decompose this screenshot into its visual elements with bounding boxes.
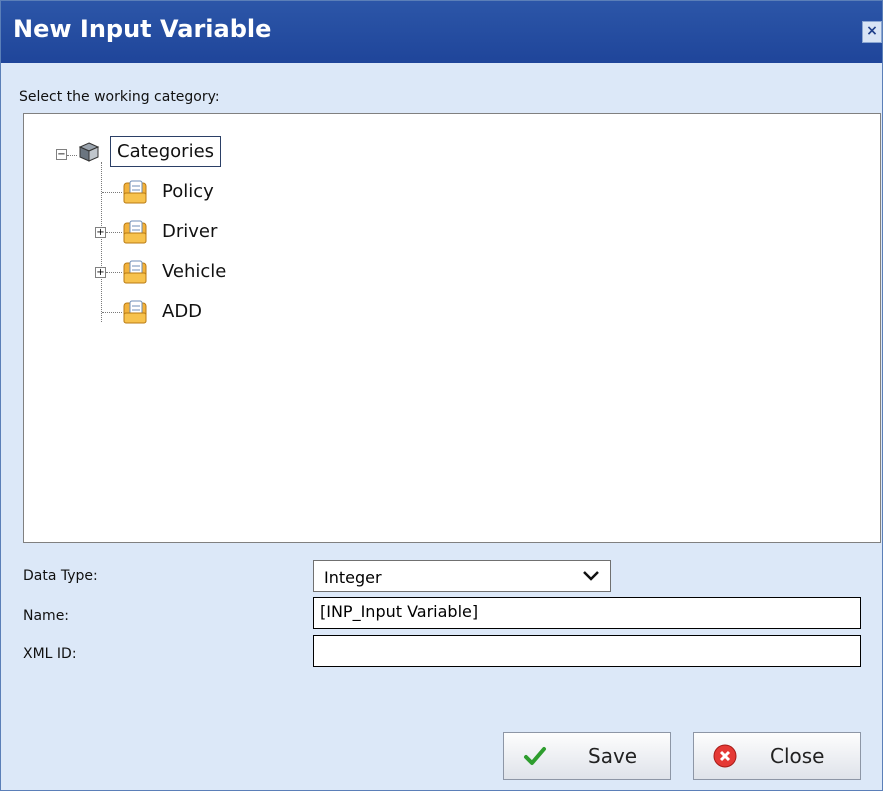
close-window-icon[interactable]: × [862,21,882,43]
tree-item-label: Driver [162,221,218,242]
tree-item-label: Vehicle [162,261,227,282]
category-prompt: Select the working category: [19,89,220,105]
folder-icon [123,260,147,283]
close-button[interactable]: Close [693,732,861,780]
tree-item-policy[interactable]: Policy [122,177,220,206]
folder-icon [123,220,147,243]
tree-item-add[interactable]: ADD [122,297,208,326]
xml-id-label: XML ID: [23,646,77,662]
expand-toggle-icon[interactable]: + [95,267,106,278]
name-label: Name: [23,608,70,624]
title-bar[interactable]: New Input Variable × [1,1,882,63]
collapse-toggle-icon[interactable]: − [56,149,67,160]
save-label: Save [588,744,638,768]
tree-item-driver[interactable]: Driver [122,217,223,246]
close-label: Close [770,744,825,768]
data-type-select[interactable]: Integer [313,560,611,592]
category-tree[interactable]: − Categories Policy + Driver + Vehicle A… [23,113,881,543]
close-circle-icon [713,744,737,768]
tree-item-label: ADD [162,301,203,322]
check-icon [524,747,546,765]
folder-icon [123,300,147,323]
tree-item-vehicle[interactable]: Vehicle [122,257,232,286]
name-field[interactable]: [INP_Input Variable] [313,597,861,629]
tree-item-categories[interactable]: Categories [78,136,222,167]
save-button[interactable]: Save [503,732,671,780]
dialog-window: New Input Variable × Select the working … [0,0,883,791]
chevron-down-icon [583,571,599,581]
folder-icon [123,180,147,203]
cube-icon [78,141,100,162]
tree-item-label: Policy [162,181,214,202]
expand-toggle-icon[interactable]: + [95,227,106,238]
dialog-title: New Input Variable [13,15,272,43]
tree-item-label: Categories [110,136,222,167]
xml-id-field[interactable] [313,635,861,667]
data-type-value: Integer [324,568,382,587]
data-type-label: Data Type: [23,568,98,584]
